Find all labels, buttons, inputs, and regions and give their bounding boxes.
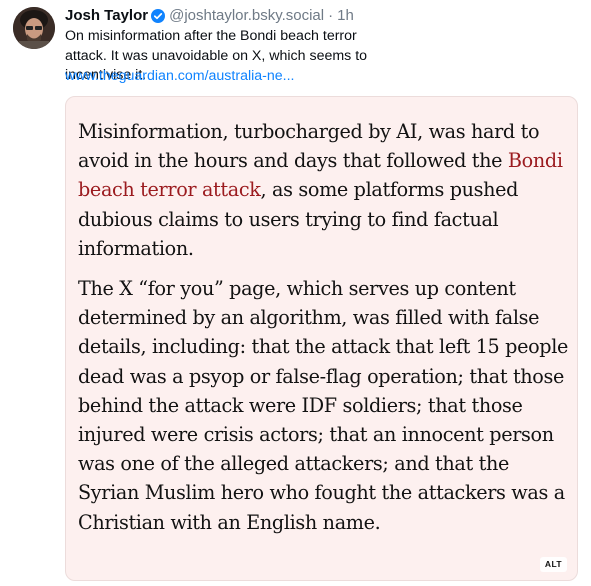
post-image[interactable]: Misinformation, turbocharged by AI, was … — [65, 96, 578, 581]
avatar[interactable] — [13, 7, 55, 49]
post[interactable]: Josh Taylor @joshtaylor.bsky.social · 1h… — [0, 0, 591, 586]
author-handle[interactable]: @joshtaylor.bsky.social — [169, 6, 324, 26]
verified-badge-icon — [151, 9, 166, 23]
article-excerpt: Misinformation, turbocharged by AI, was … — [78, 117, 570, 537]
post-header: Josh Taylor @joshtaylor.bsky.social · 1h — [65, 6, 581, 26]
article-paragraph-1: Misinformation, turbocharged by AI, was … — [78, 117, 570, 263]
alt-text-button[interactable]: ALT — [539, 557, 567, 572]
article-paragraph-2: The X “for you” page, which serves up co… — [78, 277, 569, 534]
separator: · — [328, 7, 334, 24]
post-link[interactable]: www.theguardian.com/australia-ne... — [65, 67, 294, 87]
post-time[interactable]: 1h — [337, 6, 354, 26]
paragraph-1-before: Misinformation, turbocharged by AI, was … — [78, 120, 540, 173]
author-name[interactable]: Josh Taylor — [65, 6, 148, 26]
avatar-photo-icon — [13, 7, 55, 49]
